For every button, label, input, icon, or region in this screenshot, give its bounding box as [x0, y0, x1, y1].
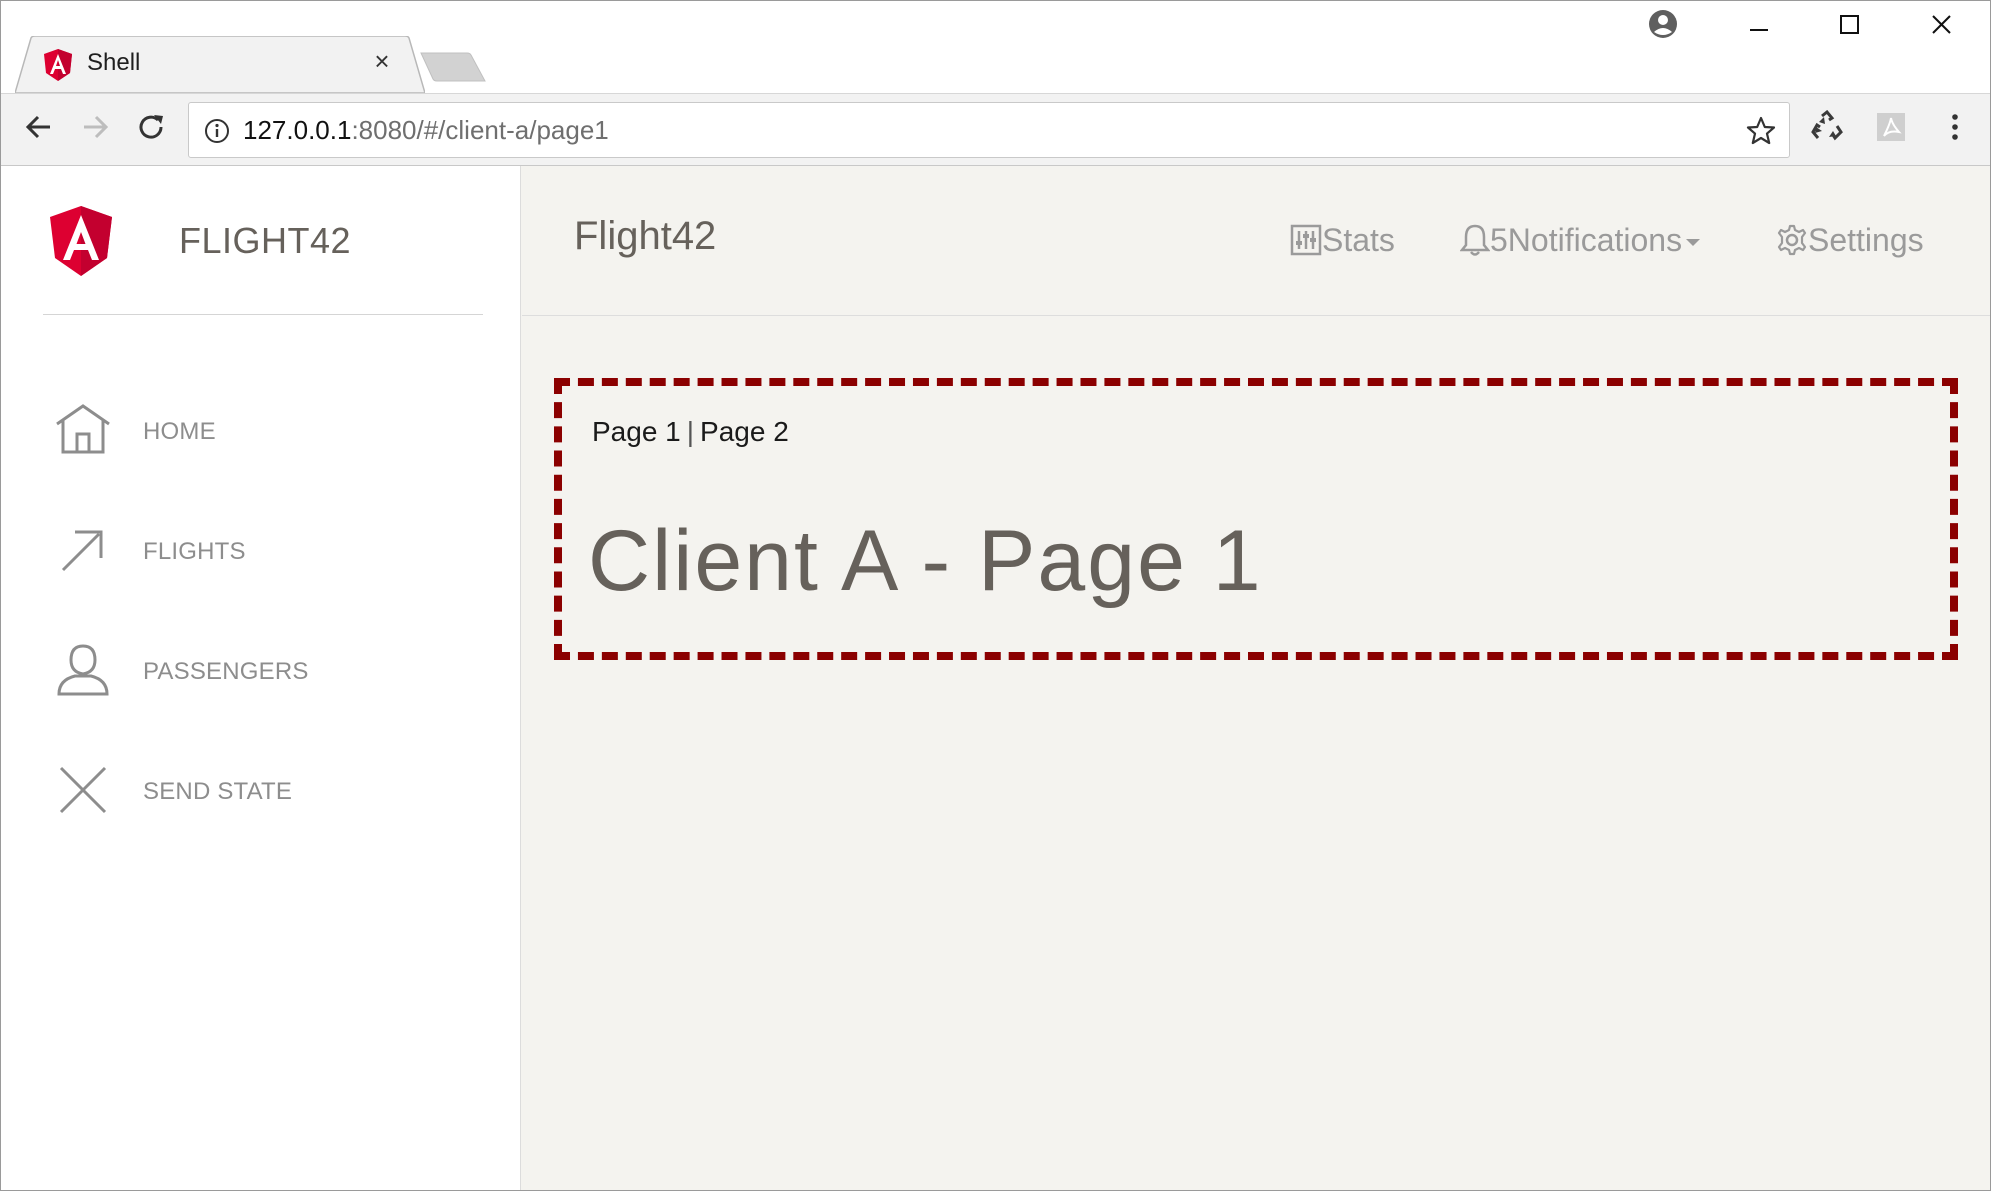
- sidebar-item-label: FLIGHTS: [143, 538, 246, 565]
- page-viewport: FLIGHT42 HOME FLIGHTS PASSENGERS SEND ST…: [1, 166, 1990, 1190]
- settings-link[interactable]: Settings: [1776, 222, 1924, 266]
- back-button[interactable]: [19, 110, 59, 150]
- new-tab-button[interactable]: [419, 49, 491, 83]
- minimize-button[interactable]: [1731, 9, 1787, 49]
- tab-close-button[interactable]: ×: [367, 46, 397, 76]
- stats-link[interactable]: Stats: [1290, 222, 1395, 266]
- brand-divider: [43, 314, 483, 315]
- page-title: Flight42: [574, 214, 717, 258]
- stats-label: Stats: [1322, 222, 1395, 258]
- maximize-button[interactable]: [1821, 9, 1877, 49]
- recycle-extension-icon[interactable]: [1807, 110, 1847, 150]
- gear-icon: [1777, 224, 1807, 255]
- sidebar-item-label: SEND STATE: [143, 778, 293, 805]
- menu-icon[interactable]: [1935, 110, 1975, 150]
- user-icon: [57, 644, 109, 696]
- arrow-up-right-icon: [61, 530, 103, 572]
- sidebar-item-passengers[interactable]: PASSENGERS: [53, 640, 493, 710]
- reload-button[interactable]: [131, 110, 171, 150]
- sliders-icon: [1290, 224, 1322, 255]
- url-host: 127.0.0.1: [243, 115, 352, 145]
- sidebar-item-flights[interactable]: FLIGHTS: [53, 520, 493, 590]
- sidebar: FLIGHT42 HOME FLIGHTS PASSENGERS SEND ST…: [1, 166, 521, 1190]
- settings-label: Settings: [1808, 222, 1924, 258]
- client-a-container: Page 1 | Page 2 Client A - Page 1: [554, 378, 1958, 660]
- url-path: :8080/#/client-a/page1: [351, 115, 609, 145]
- browser-tab[interactable]: Shell ×: [15, 36, 425, 93]
- brand-title: FLIGHT42: [179, 220, 352, 261]
- sidebar-item-label: HOME: [143, 418, 216, 445]
- angular-logo-icon: [50, 206, 112, 276]
- address-bar[interactable]: 127.0.0.1:8080/#/client-a/page1: [188, 102, 1790, 158]
- bell-icon: [1459, 224, 1491, 256]
- close-icon: [59, 766, 107, 814]
- notifications-count: 5: [1490, 222, 1508, 258]
- sidebar-item-label: PASSENGERS: [143, 658, 309, 685]
- tab-strip: Shell ×: [1, 1, 1990, 93]
- sidebar-item-home[interactable]: HOME: [53, 400, 493, 470]
- bookmark-star-icon[interactable]: [1745, 115, 1777, 147]
- client-nav: Page 1 | Page 2: [592, 416, 789, 448]
- caret-down-icon: [1686, 239, 1701, 247]
- forward-button[interactable]: [75, 110, 115, 150]
- browser-window: Shell × 127.0.0.1:8080/#/client-a/page1 …: [0, 0, 1991, 1191]
- browser-toolbar: 127.0.0.1:8080/#/client-a/page1: [1, 93, 1990, 166]
- tab-title: Shell: [87, 49, 141, 76]
- notifications-label: Notifications: [1507, 222, 1683, 258]
- sidebar-item-send-state[interactable]: SEND STATE: [53, 760, 493, 830]
- notifications-dropdown[interactable]: 5Notifications: [1459, 222, 1701, 266]
- pdf-extension-icon[interactable]: [1871, 110, 1911, 150]
- client-heading: Client A - Page 1: [588, 513, 1263, 609]
- angular-favicon-icon: [44, 49, 72, 81]
- page2-link[interactable]: Page 2: [700, 416, 789, 447]
- main-header: Flight42 Stats 5Notifications Settings: [522, 166, 1990, 316]
- link-separator: |: [686, 416, 695, 447]
- home-icon: [56, 404, 110, 454]
- info-icon[interactable]: [203, 117, 231, 145]
- close-window-button[interactable]: [1913, 9, 1969, 49]
- url-text[interactable]: 127.0.0.1:8080/#/client-a/page1: [243, 115, 609, 146]
- profile-icon[interactable]: [1635, 9, 1691, 49]
- page1-link[interactable]: Page 1: [592, 416, 681, 447]
